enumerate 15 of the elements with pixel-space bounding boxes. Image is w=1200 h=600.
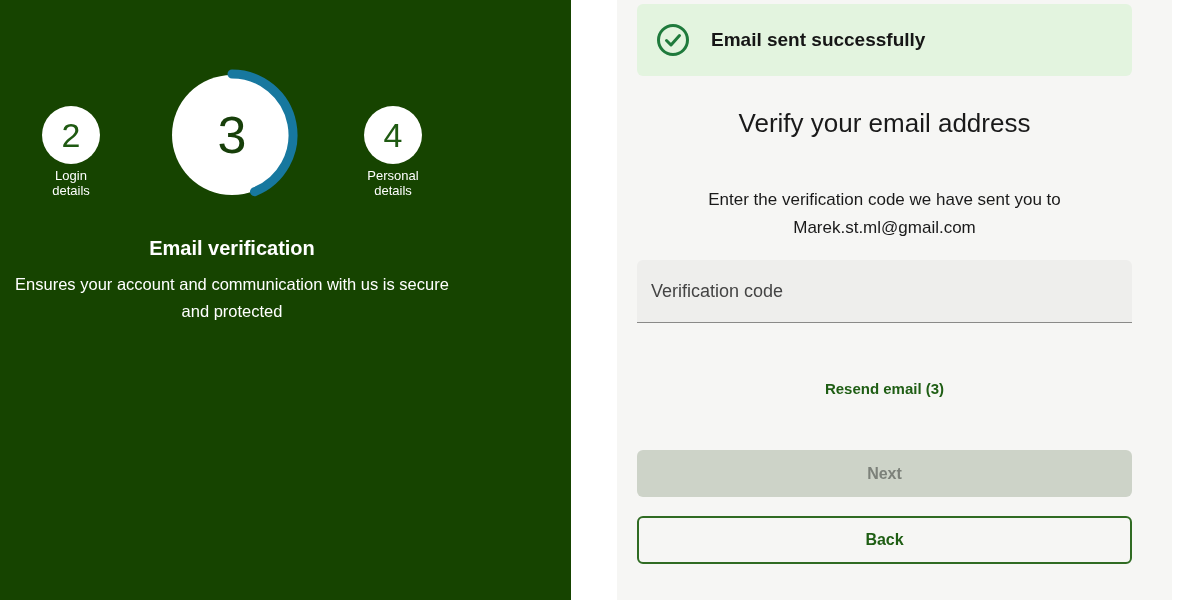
- step-label: Personal details: [366, 168, 420, 198]
- email-address: Marek.st.ml@gmail.com: [792, 217, 977, 239]
- step-description: Ensures your account and communication with us is secure and protected: [14, 274, 450, 322]
- step-number: 2: [42, 106, 100, 164]
- instruction-text: Enter the verification code we have sent you to: [707, 189, 1062, 211]
- form-heading: Verify your email address: [737, 107, 1032, 140]
- step-number: 4: [364, 106, 422, 164]
- verification-code-field[interactable]: Verification code: [637, 260, 1132, 323]
- resend-email-link[interactable]: Resend email (3): [824, 379, 945, 399]
- step-title: Email verification: [149, 236, 315, 261]
- back-button[interactable]: Back: [637, 516, 1132, 564]
- check-circle-icon: [657, 24, 689, 56]
- alert-message: Email sent successfully: [711, 27, 926, 52]
- current-step-number: 3: [172, 75, 292, 195]
- step-label: Login details: [51, 168, 91, 198]
